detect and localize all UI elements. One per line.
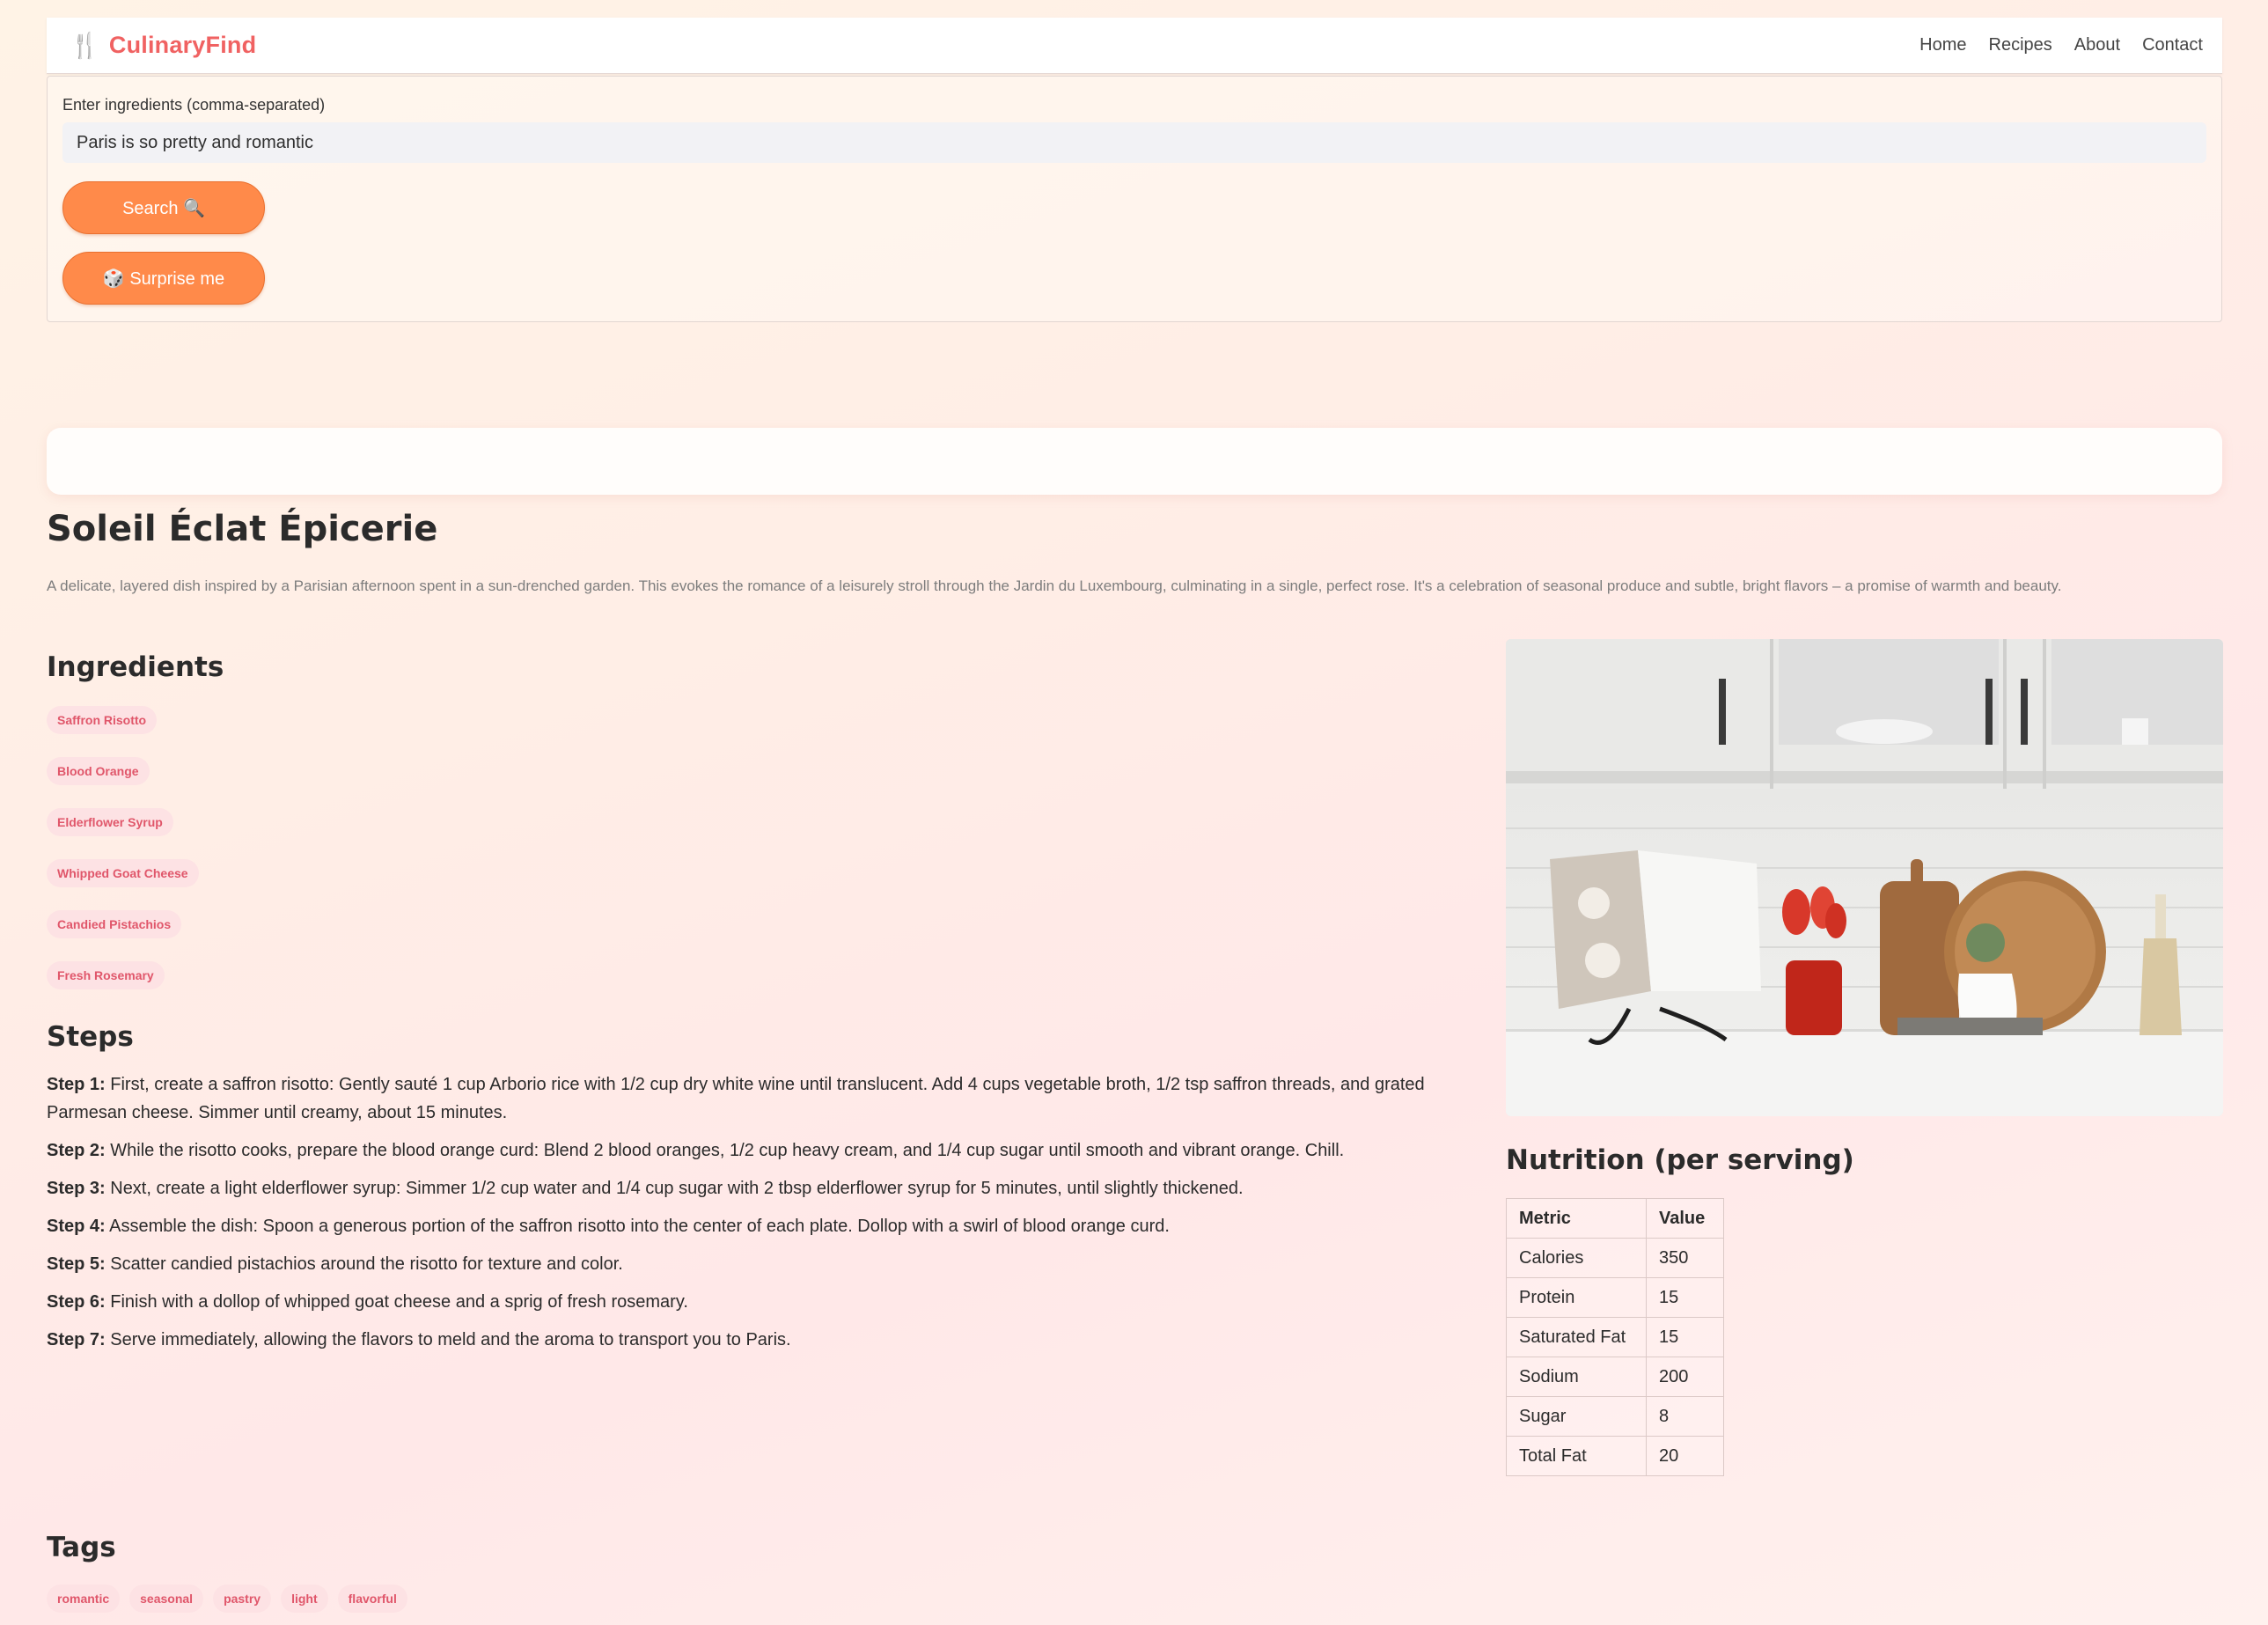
table-header-value: Value <box>1646 1198 1724 1239</box>
table-row: Sugar 8 <box>1506 1396 1724 1437</box>
step-item: Step 6: Finish with a dollop of whipped … <box>47 1288 1472 1316</box>
tag-chip[interactable]: romantic <box>47 1585 121 1613</box>
step-item: Step 3: Next, create a light elderflower… <box>47 1174 1472 1202</box>
tag-chip[interactable]: seasonal <box>129 1585 204 1613</box>
step-text: Assemble the dish: Spoon a generous port… <box>105 1217 1170 1236</box>
ingredient-chip: Whipped Goat Cheese <box>47 859 199 887</box>
navbar: 🍴 CulinaryFind Home Recipes About Contac… <box>47 18 2222 74</box>
fork-knife-icon: 🍴 <box>70 31 100 59</box>
nutrition-heading: Nutrition (per serving) <box>1506 1144 1854 1176</box>
recipe-description: A delicate, layered dish inspired by a P… <box>47 577 2062 594</box>
search-label: Enter ingredients (comma-separated) <box>62 96 326 114</box>
step-item: Step 2: While the risotto cooks, prepare… <box>47 1136 1472 1165</box>
surprise-me-button[interactable]: 🎲 Surprise me <box>62 252 265 305</box>
value-cell: 15 <box>1646 1277 1724 1318</box>
table-row: Sodium 200 <box>1506 1357 1724 1397</box>
search-button[interactable]: Search 🔍 <box>62 181 265 234</box>
nav-link-recipes[interactable]: Recipes <box>1989 35 2052 55</box>
table-row: Calories 350 <box>1506 1238 1724 1278</box>
metric-cell: Total Fat <box>1506 1436 1647 1476</box>
step-item: Step 1: First, create a saffron risotto:… <box>47 1070 1472 1127</box>
nav-link-contact[interactable]: Contact <box>2142 35 2203 55</box>
step-text: While the risotto cooks, prepare the blo… <box>105 1141 1345 1160</box>
step-text: Next, create a light elderflower syrup: … <box>105 1179 1244 1198</box>
value-cell: 20 <box>1646 1436 1724 1476</box>
table-row: Saturated Fat 15 <box>1506 1317 1724 1357</box>
metric-cell: Protein <box>1506 1277 1647 1318</box>
step-item: Step 5: Scatter candied pistachios aroun… <box>47 1250 1472 1278</box>
value-cell: 200 <box>1646 1357 1724 1397</box>
ingredient-chip: Saffron Risotto <box>47 706 158 734</box>
step-item: Step 4: Assemble the dish: Spoon a gener… <box>47 1212 1472 1240</box>
step-label: Step 5: <box>47 1254 106 1274</box>
step-label: Step 3: <box>47 1179 106 1198</box>
step-item: Step 7: Serve immediately, allowing the … <box>47 1326 1472 1354</box>
step-label: Step 1: <box>47 1075 106 1094</box>
value-cell: 15 <box>1646 1317 1724 1357</box>
tag-chip[interactable]: light <box>281 1585 328 1613</box>
recipe-title: Soleil Éclat Épicerie <box>47 509 438 549</box>
tag-chip[interactable]: pastry <box>213 1585 272 1613</box>
ingredient-chip: Candied Pistachios <box>47 910 182 938</box>
recipe-image <box>1506 639 2223 1116</box>
ingredient-chip: Elderflower Syrup <box>47 808 173 836</box>
ingredients-list: Saffron Risotto Blood Orange Elderflower… <box>47 706 199 989</box>
nutrition-table: Metric Value Calories 350 Protein 15 Satur… <box>1506 1198 1724 1476</box>
table-header-metric: Metric <box>1506 1198 1647 1239</box>
metric-cell: Calories <box>1506 1238 1647 1278</box>
step-label: Step 7: <box>47 1330 106 1349</box>
value-cell: 8 <box>1646 1396 1724 1437</box>
results-card <box>47 428 2222 495</box>
search-panel: Enter ingredients (comma-separated) Sear… <box>47 76 2222 322</box>
ingredients-input[interactable] <box>62 122 2206 163</box>
step-text: Finish with a dollop of whipped goat che… <box>105 1292 688 1312</box>
step-label: Step 4: <box>47 1217 106 1236</box>
ingredient-chip: Fresh Rosemary <box>47 961 165 989</box>
tags-heading: Tags <box>47 1532 116 1563</box>
step-text: First, create a saffron risotto: Gently … <box>47 1075 1425 1122</box>
ingredients-heading: Ingredients <box>47 651 224 683</box>
brand[interactable]: 🍴 CulinaryFind <box>70 32 256 59</box>
nav-link-home[interactable]: Home <box>1919 35 1966 55</box>
table-row: Total Fat 20 <box>1506 1436 1724 1476</box>
table-row: Protein 15 <box>1506 1277 1724 1318</box>
tag-chip[interactable]: flavorful <box>337 1585 407 1613</box>
metric-cell: Sodium <box>1506 1357 1647 1397</box>
steps-heading: Steps <box>47 1021 134 1053</box>
metric-cell: Sugar <box>1506 1396 1647 1437</box>
steps-list: Step 1: First, create a saffron risotto:… <box>47 1070 1472 1364</box>
metric-cell: Saturated Fat <box>1506 1317 1647 1357</box>
step-text: Serve immediately, allowing the flavors … <box>105 1330 791 1349</box>
ingredient-chip: Blood Orange <box>47 757 150 785</box>
value-cell: 350 <box>1646 1238 1724 1278</box>
table-header-row: Metric Value <box>1506 1198 1724 1239</box>
step-label: Step 2: <box>47 1141 106 1160</box>
step-label: Step 6: <box>47 1292 106 1312</box>
nav-link-about[interactable]: About <box>2074 35 2120 55</box>
tags-list: romantic seasonal pastry light flavorful <box>47 1585 407 1613</box>
step-text: Scatter candied pistachios around the ri… <box>105 1254 623 1274</box>
brand-name: CulinaryFind <box>108 32 257 58</box>
nav-links: Home Recipes About Contact <box>1919 35 2203 55</box>
